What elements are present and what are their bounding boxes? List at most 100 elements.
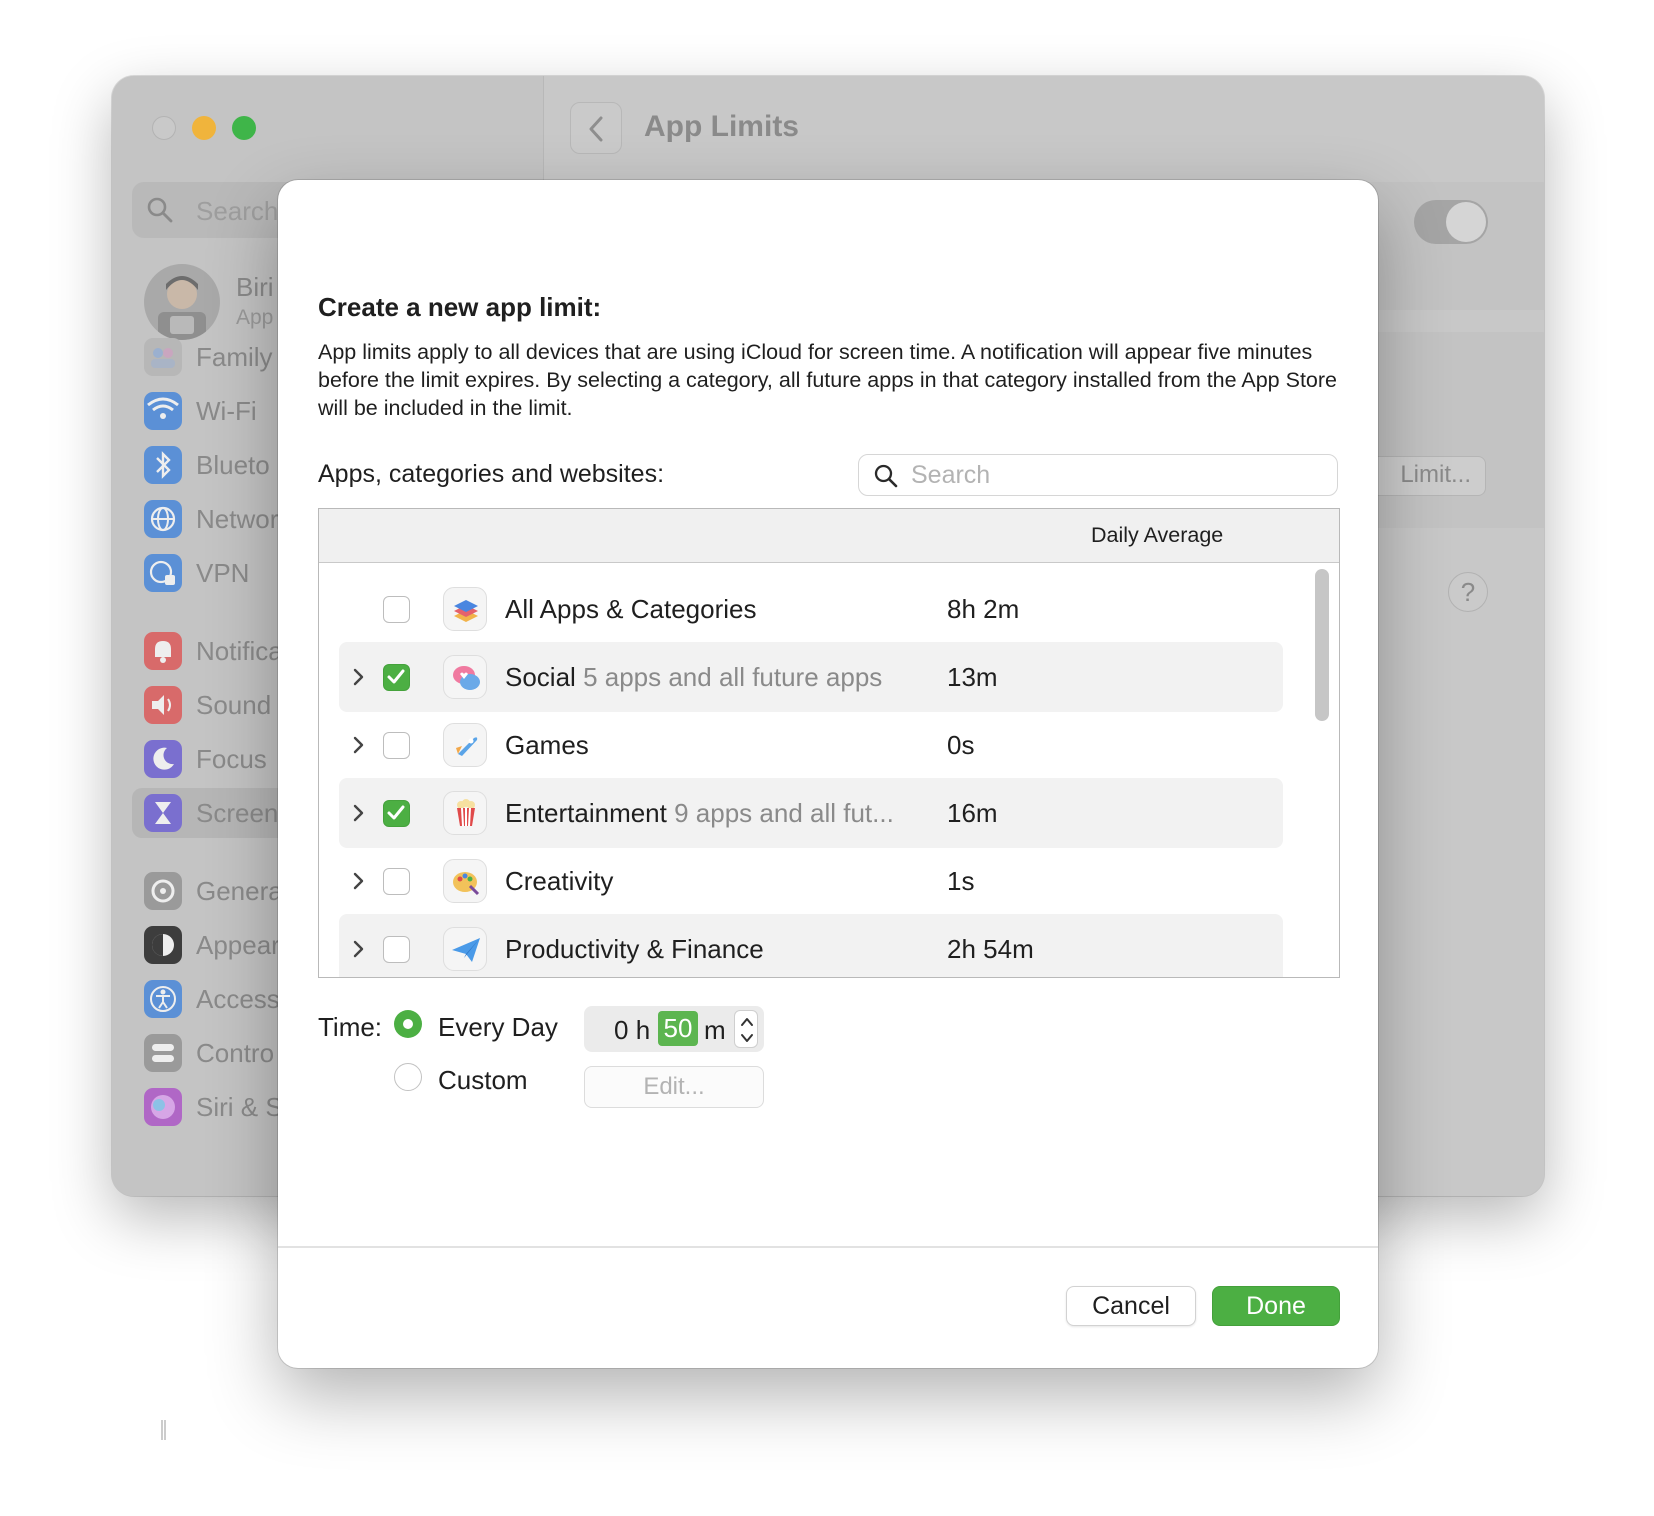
table-row[interactable]: Productivity & Finance 2h 54m: [339, 914, 1283, 977]
custom-label[interactable]: Custom: [438, 1065, 528, 1096]
search-icon: [147, 197, 173, 223]
hourglass-icon: [144, 794, 182, 832]
list-label: Apps, categories and websites:: [318, 460, 665, 488]
bell-icon: [144, 632, 182, 670]
search-icon: [874, 464, 898, 488]
row-name: Productivity & Finance: [505, 934, 764, 964]
sidebar-item-label: VPN: [196, 558, 250, 588]
done-button[interactable]: Done: [1212, 1286, 1340, 1326]
category-icon: [443, 859, 487, 903]
every-day-label[interactable]: Every Day: [438, 1012, 558, 1043]
scrollbar[interactable]: [1315, 569, 1329, 721]
chevron-right-icon[interactable]: [347, 664, 369, 690]
row-checkbox[interactable]: [383, 732, 410, 759]
table-row[interactable]: Creativity 1s: [339, 846, 1283, 916]
minutes-field[interactable]: 50: [658, 1011, 698, 1046]
row-daily-average: 1s: [947, 866, 975, 896]
row-daily-average: 13m: [947, 662, 998, 692]
hours-field[interactable]: 0 h: [614, 1015, 650, 1046]
table-row[interactable]: Entertainment 9 apps and all fut... 16m: [339, 778, 1283, 848]
sidebar-item-label: Focus: [196, 744, 267, 774]
row-subtitle: 9 apps and all fut...: [674, 798, 894, 828]
sidebar-item-label: Genera: [196, 876, 283, 906]
row-name: Games: [505, 730, 589, 760]
sheet-title: Create a new app limit:: [318, 292, 602, 322]
table-row[interactable]: Social 5 apps and all future apps 13m: [339, 642, 1283, 712]
sidebar-item-label: Contro: [196, 1038, 275, 1068]
apps-table: Daily Average All Apps & Categories 8h 2m…: [318, 508, 1340, 978]
category-icon: [443, 927, 487, 971]
row-checkbox[interactable]: [383, 800, 410, 827]
every-day-radio[interactable]: [394, 1010, 422, 1038]
app-limits-toggle[interactable]: [1414, 200, 1488, 244]
help-button[interactable]: ?: [1448, 572, 1488, 612]
row-daily-average: 0s: [947, 730, 975, 760]
control-center-icon: [144, 1034, 182, 1072]
chevron-right-icon[interactable]: [347, 800, 369, 826]
minimize-window-button[interactable]: [192, 116, 216, 140]
chevron-right-icon[interactable]: [347, 868, 369, 894]
row-daily-average: 16m: [947, 798, 998, 828]
sidebar-search-placeholder: Search: [196, 196, 279, 226]
sidebar-item-label: Notifica: [196, 636, 283, 666]
minutes-unit: m: [704, 1015, 726, 1045]
back-button[interactable]: [570, 102, 622, 154]
row-checkbox[interactable]: [383, 664, 410, 691]
search-input[interactable]: [911, 457, 1321, 493]
add-limit-button[interactable]: Limit...: [1370, 456, 1486, 496]
sidebar-item-label: Blueto: [196, 450, 270, 480]
time-label: Time:: [318, 1012, 383, 1042]
row-daily-average: 2h 54m: [947, 934, 1034, 964]
close-window-button[interactable]: [152, 116, 176, 140]
row-checkbox[interactable]: [383, 596, 410, 623]
row-daily-average: 8h 2m: [947, 594, 1020, 624]
row-subtitle: 5 apps and all future apps: [583, 662, 883, 692]
chevron-right-icon[interactable]: [347, 732, 369, 758]
custom-radio[interactable]: [394, 1063, 422, 1091]
sidebar-item-label: Access: [196, 984, 280, 1014]
cancel-button[interactable]: Cancel: [1066, 1286, 1196, 1326]
time-stepper[interactable]: 0 h 50 m: [584, 1006, 764, 1052]
sidebar-item-label: Family: [196, 342, 273, 372]
page-title: App Limits: [644, 110, 799, 143]
sidebar-item-label: Screen: [196, 798, 279, 828]
row-name: Social 5 apps and all future apps: [505, 662, 883, 692]
family-icon: [144, 338, 182, 376]
sheet-description: App limits apply to all devices that are…: [318, 340, 1338, 420]
category-icon: [443, 587, 487, 631]
row-checkbox[interactable]: [383, 868, 410, 895]
accessibility-icon: [144, 980, 182, 1018]
table-header: Daily Average: [319, 509, 1339, 563]
sidebar-item-label: Sound: [196, 690, 272, 720]
stepper-arrows[interactable]: [734, 1010, 758, 1048]
zoom-window-button[interactable]: [232, 116, 256, 140]
table-row[interactable]: Games 0s: [339, 710, 1283, 780]
siri-icon: [144, 1088, 182, 1126]
new-app-limit-sheet: Create a new app limit: App limits apply…: [278, 180, 1378, 1368]
gear-icon: [144, 872, 182, 910]
cursor-icon: [161, 1420, 166, 1440]
chevron-up-down-icon: [741, 1018, 753, 1042]
profile-subtitle: App: [236, 306, 274, 329]
sidebar-item-label: Siri & S: [196, 1092, 283, 1122]
moon-icon: [144, 740, 182, 778]
category-icon: [443, 655, 487, 699]
row-name: Entertainment 9 apps and all fut...: [505, 798, 894, 828]
avatar[interactable]: [144, 264, 220, 340]
sidebar-item-label: Wi-Fi: [196, 396, 257, 426]
app-search-field[interactable]: [858, 454, 1338, 496]
edit-custom-button[interactable]: Edit...: [584, 1066, 764, 1108]
sidebar-item-label: Networ: [196, 504, 279, 534]
table-rows: All Apps & Categories 8h 2m Social 5 apps …: [319, 564, 1339, 977]
bluetooth-icon: [144, 446, 182, 484]
memoji-avatar-icon: [158, 276, 206, 340]
column-header-daily-average[interactable]: Daily Average: [1091, 523, 1223, 548]
appearance-icon: [144, 926, 182, 964]
toggle-knob: [1446, 202, 1486, 242]
chevron-left-icon: [589, 116, 603, 142]
row-checkbox[interactable]: [383, 936, 410, 963]
table-row[interactable]: All Apps & Categories 8h 2m: [339, 574, 1283, 644]
chevron-right-icon[interactable]: [347, 936, 369, 962]
row-name: All Apps & Categories: [505, 594, 757, 624]
sidebar-item-label: Appear: [196, 930, 280, 960]
